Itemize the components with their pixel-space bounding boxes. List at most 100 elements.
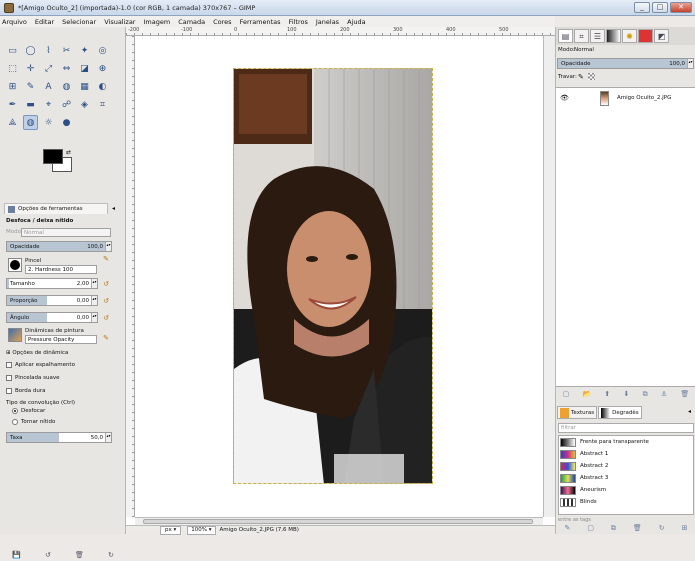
lower-layer-icon[interactable]: ⬇: [624, 390, 630, 398]
rate-slider[interactable]: Taxa 50,0 ▴▾: [6, 432, 112, 443]
tab-colors-icon[interactable]: [638, 29, 653, 43]
tool-button[interactable]: ⇔: [59, 61, 74, 76]
gradient-item[interactable]: Blinds: [559, 496, 693, 508]
brush-preview[interactable]: [8, 258, 22, 272]
vertical-scrollbar[interactable]: [543, 36, 555, 517]
minimize-button[interactable]: _: [634, 2, 650, 13]
tool-button[interactable]: A: [41, 79, 56, 94]
horizontal-ruler[interactable]: -200 -100 0 100 200 300 400 500: [126, 27, 555, 36]
dynamics-field[interactable]: Pressure Opacity: [25, 335, 97, 344]
menu-visualizar[interactable]: Visualizar: [104, 18, 135, 26]
tab-undo-icon[interactable]: ◩: [654, 29, 669, 43]
tool-button[interactable]: ✒: [5, 97, 20, 112]
panel-menu-icon[interactable]: ◂: [112, 205, 115, 212]
tab-colormap-icon[interactable]: [606, 29, 621, 43]
hard-edge-checkbox[interactable]: Borda dura: [6, 388, 46, 394]
layer-mode-value[interactable]: Normal: [574, 47, 594, 53]
tool-button[interactable]: ●: [59, 115, 74, 130]
raise-layer-icon[interactable]: ⬆: [604, 390, 610, 398]
swap-colors-icon[interactable]: ⇄: [66, 149, 71, 156]
tool-button[interactable]: ◍: [59, 79, 74, 94]
tab-tool-options[interactable]: Opções de ferramentas: [4, 203, 108, 214]
tool-button[interactable]: ⤢: [41, 61, 56, 76]
menu-cores[interactable]: Cores: [213, 18, 231, 26]
menu-camada[interactable]: Camada: [178, 18, 205, 26]
reset-ratio-icon[interactable]: ↺: [101, 296, 111, 306]
mode-select[interactable]: Normal: [21, 228, 111, 237]
lock-alpha-icon[interactable]: [588, 73, 595, 80]
tool-button[interactable]: ⌗: [95, 97, 110, 112]
new-gradient-icon[interactable]: ▢: [587, 524, 594, 534]
reset-angle-icon[interactable]: ↺: [101, 313, 111, 323]
maximize-button[interactable]: □: [652, 2, 668, 13]
tool-button[interactable]: ⬚: [5, 61, 20, 76]
reset-options-icon[interactable]: ↻: [108, 551, 114, 559]
delete-layer-icon[interactable]: 🗑: [680, 390, 689, 398]
new-layer-group-icon[interactable]: 📂: [582, 390, 591, 398]
foreground-color[interactable]: [43, 149, 63, 164]
ratio-spinner[interactable]: ▴▾: [91, 296, 97, 305]
tab-layers-icon[interactable]: ▤: [558, 29, 573, 43]
menu-selecionar[interactable]: Selecionar: [62, 18, 96, 26]
delete-gradient-icon[interactable]: 🗑: [633, 524, 642, 534]
tool-button[interactable]: ☼: [41, 115, 56, 130]
anchor-layer-icon[interactable]: ⚓: [661, 390, 667, 398]
delete-options-icon[interactable]: 🗑: [75, 551, 84, 559]
menu-filtros[interactable]: Filtros: [289, 18, 308, 26]
tool-button[interactable]: ✎: [23, 79, 38, 94]
angle-spinner[interactable]: ▴▾: [91, 313, 97, 322]
horizontal-scrollbar[interactable]: [135, 517, 543, 525]
tool-button[interactable]: ▬: [23, 97, 38, 112]
tool-button[interactable]: ⊞: [5, 79, 20, 94]
tool-button[interactable]: ◪: [77, 61, 92, 76]
tool-button[interactable]: ⌇: [41, 43, 56, 58]
ratio-slider[interactable]: Proporção 0,00 ▴▾: [6, 295, 98, 306]
gradient-item[interactable]: Abstract 3: [559, 472, 693, 484]
sharpen-radio[interactable]: Tornar nítido: [12, 419, 55, 425]
edit-gradient-icon[interactable]: ✎: [564, 524, 570, 534]
tool-button[interactable]: ◈: [77, 97, 92, 112]
tab-paths-icon[interactable]: ☰: [590, 29, 605, 43]
dynamics-preview[interactable]: [8, 328, 22, 342]
tab-textures[interactable]: Texturas: [557, 406, 598, 419]
restore-options-icon[interactable]: ↺: [45, 551, 51, 559]
tool-button[interactable]: ⟁: [5, 115, 20, 130]
tags-input[interactable]: entre as tags: [558, 515, 694, 524]
tool-button[interactable]: ✛: [23, 61, 38, 76]
reset-size-icon[interactable]: ↺: [101, 279, 111, 289]
smooth-checkbox[interactable]: Pincelada suave: [6, 375, 60, 381]
blur-radio[interactable]: Desfocar: [12, 408, 45, 414]
edit-dynamics-icon[interactable]: ✎: [101, 333, 111, 343]
unit-select[interactable]: px ▾: [160, 525, 182, 535]
tool-button[interactable]: ◍: [23, 115, 38, 130]
opacity-slider[interactable]: Opacidade 100,0 ▴▾: [6, 241, 112, 252]
tool-button[interactable]: ▭: [5, 43, 20, 58]
tool-button[interactable]: ▦: [77, 79, 92, 94]
edit-brush-icon[interactable]: ✎: [101, 254, 111, 264]
refresh-gradients-icon[interactable]: ↻: [659, 524, 665, 534]
size-slider[interactable]: Tamanho 2,00 ▴▾: [6, 278, 98, 289]
tool-button[interactable]: ☍: [59, 97, 74, 112]
canvas[interactable]: [135, 36, 543, 517]
gradient-grid-icon[interactable]: ⊞: [682, 524, 688, 534]
dynamics-options-expander[interactable]: ⊞ Opções de dinâmica: [6, 350, 68, 356]
menu-arquivo[interactable]: Arquivo: [2, 18, 27, 26]
photo-layer[interactable]: [233, 68, 433, 484]
menu-editar[interactable]: Editar: [35, 18, 54, 26]
size-spinner[interactable]: ▴▾: [91, 279, 97, 288]
menu-imagem[interactable]: Imagem: [143, 18, 170, 26]
gradient-item[interactable]: Frente para transparente: [559, 436, 693, 448]
menu-ajuda[interactable]: Ajuda: [347, 18, 365, 26]
layer-row[interactable]: 👁 Amigo Oculto_2.JPG: [556, 90, 695, 106]
gradient-item[interactable]: Abstract 2: [559, 460, 693, 472]
layer-opacity-spinner[interactable]: ▴▾: [687, 59, 693, 68]
vertical-ruler[interactable]: [126, 36, 135, 517]
angle-slider[interactable]: Ângulo 0,00 ▴▾: [6, 312, 98, 323]
save-options-icon[interactable]: 💾: [12, 551, 21, 559]
brush-field[interactable]: 2. Hardness 100: [25, 265, 97, 274]
duplicate-layer-icon[interactable]: ⧉: [643, 390, 648, 399]
panel-menu-icon[interactable]: ◂: [688, 408, 691, 415]
jitter-checkbox[interactable]: Aplicar espalhamento: [6, 362, 75, 368]
gradient-filter-input[interactable]: filtrar: [558, 423, 694, 433]
tool-button[interactable]: ✂: [59, 43, 74, 58]
